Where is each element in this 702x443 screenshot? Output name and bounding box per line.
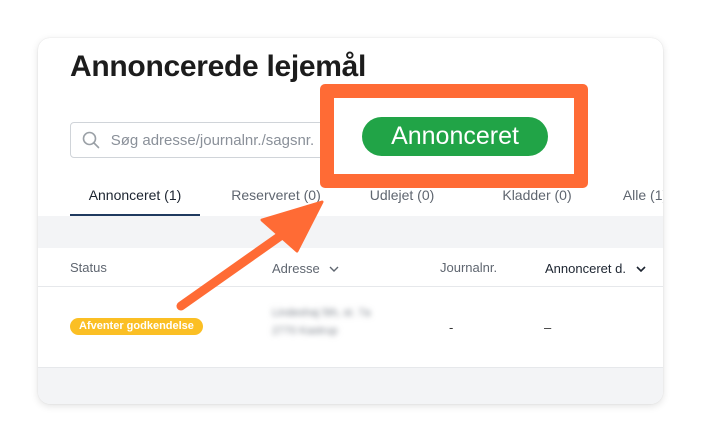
search-box[interactable] — [70, 122, 350, 158]
tab-annonceret[interactable]: Annonceret (1) — [70, 180, 200, 216]
column-header-journal: Journalnr. — [440, 260, 497, 275]
toolbar-band — [38, 216, 663, 248]
page-title: Annoncerede lejemål — [70, 50, 367, 83]
column-header-address-label: Adresse — [272, 261, 320, 276]
column-header-status: Status — [70, 260, 107, 275]
journal-number: - — [449, 320, 454, 335]
column-header-announced-label: Annonceret d. — [545, 261, 626, 276]
column-header-journal-label: Journalnr. — [440, 260, 498, 275]
table-row[interactable]: Afventer godkendelse Lindeshaj 5th, st. … — [38, 287, 663, 368]
column-header-announced[interactable]: Annonceret d. — [545, 260, 646, 276]
announced-status-badge: Annonceret — [362, 117, 548, 156]
column-header-address[interactable]: Adresse — [272, 260, 339, 276]
address-street: Lindeshaj 5th, st. 7a — [272, 307, 371, 319]
chevron-down-icon — [329, 260, 339, 275]
callout-highlight: Annonceret — [320, 84, 588, 188]
table-footer — [38, 368, 663, 404]
table-header: Status Adresse Journalnr. Annonceret d. — [38, 248, 663, 287]
search-input[interactable] — [108, 130, 349, 150]
chevron-down-icon — [636, 260, 646, 275]
status-badge: Afventer godkendelse — [70, 318, 203, 335]
tab-reserveret[interactable]: Reserveret (0) — [214, 180, 338, 216]
column-header-status-label: Status — [70, 260, 107, 275]
announced-date: – — [544, 320, 552, 335]
address-city: 2770 Kastrup — [272, 325, 338, 337]
tab-alle[interactable]: Alle (1) — [604, 180, 663, 216]
search-icon — [81, 130, 101, 150]
